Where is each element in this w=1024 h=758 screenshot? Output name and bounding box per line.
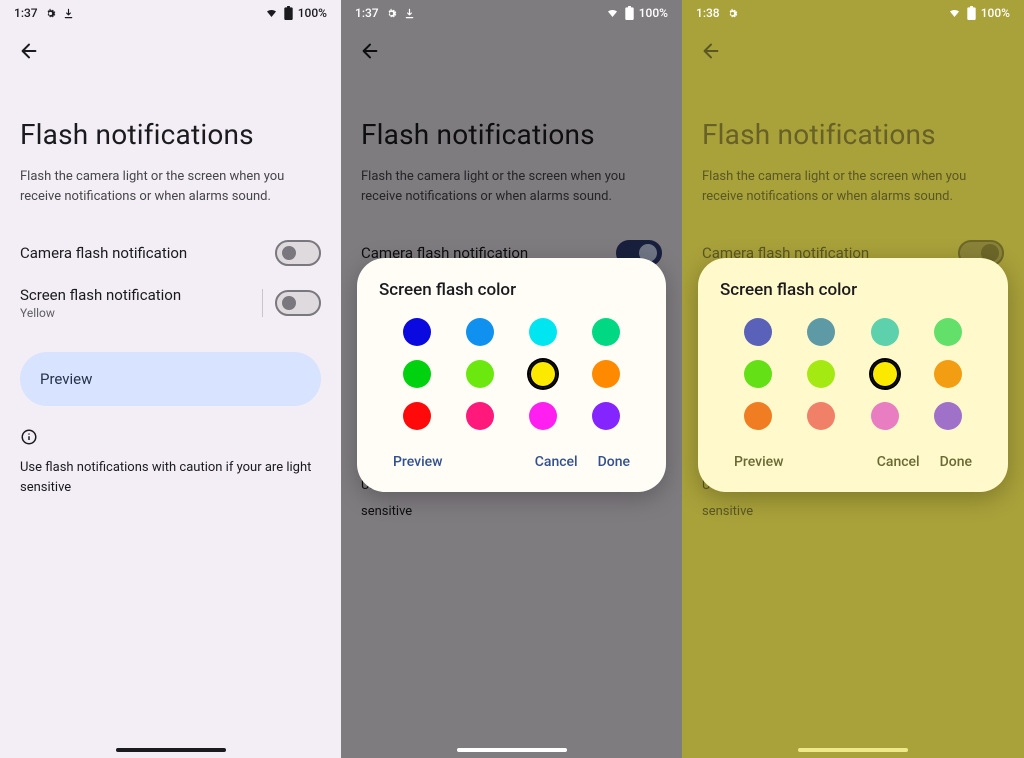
gear-icon xyxy=(385,7,398,20)
color-swatch[interactable] xyxy=(592,402,620,430)
color-swatch[interactable] xyxy=(592,318,620,346)
gear-icon xyxy=(726,7,739,20)
color-swatch[interactable] xyxy=(744,360,772,388)
color-picker-dialog: Screen flash color Preview Cancel Done xyxy=(357,258,666,492)
color-swatch[interactable] xyxy=(807,360,835,388)
download-icon xyxy=(63,7,74,20)
dialog-preview-button[interactable]: Preview xyxy=(724,448,794,476)
color-swatch[interactable] xyxy=(403,402,431,430)
color-swatch[interactable] xyxy=(871,318,899,346)
color-swatch[interactable] xyxy=(807,318,835,346)
preview-button[interactable]: Preview xyxy=(20,352,321,406)
download-icon xyxy=(404,7,415,20)
color-swatch[interactable] xyxy=(466,402,494,430)
screen-flash-row[interactable]: Screen flash notification Yellow xyxy=(0,276,341,330)
caution-text: sensitive xyxy=(682,502,1024,528)
dialog-cancel-button[interactable]: Cancel xyxy=(867,448,930,476)
page-title: Flash notifications xyxy=(0,62,341,163)
color-swatch[interactable] xyxy=(744,402,772,430)
caution-text: Use flash notifications with caution if … xyxy=(0,452,341,503)
color-swatch-grid xyxy=(375,314,648,442)
color-swatch[interactable] xyxy=(871,402,899,430)
status-bar: 1:38 100% xyxy=(682,0,1024,20)
dialog-preview-button[interactable]: Preview xyxy=(383,448,453,476)
color-swatch[interactable] xyxy=(403,318,431,346)
status-bar: 1:37 100% xyxy=(0,0,341,20)
gesture-bar xyxy=(116,748,226,752)
color-swatch-grid xyxy=(716,314,990,442)
color-swatch[interactable] xyxy=(466,360,494,388)
color-picker-dialog: Screen flash color Preview Cancel Done xyxy=(698,258,1008,492)
dialog-done-button[interactable]: Done xyxy=(930,448,982,476)
camera-flash-toggle[interactable] xyxy=(275,240,321,266)
color-swatch[interactable] xyxy=(529,360,557,388)
gesture-bar xyxy=(457,748,567,752)
dialog-title: Screen flash color xyxy=(375,280,648,300)
color-swatch[interactable] xyxy=(592,360,620,388)
battery-icon xyxy=(967,6,976,20)
dialog-cancel-button[interactable]: Cancel xyxy=(525,448,588,476)
wifi-icon xyxy=(605,7,620,19)
color-swatch[interactable] xyxy=(934,360,962,388)
screen-flash-toggle[interactable] xyxy=(275,290,321,316)
info-icon xyxy=(0,406,341,452)
color-swatch[interactable] xyxy=(403,360,431,388)
color-swatch[interactable] xyxy=(466,318,494,346)
dialog-title: Screen flash color xyxy=(716,280,990,300)
color-swatch[interactable] xyxy=(529,318,557,346)
color-swatch[interactable] xyxy=(807,402,835,430)
screen-flash-label: Screen flash notification xyxy=(20,286,181,304)
camera-flash-row[interactable]: Camera flash notification xyxy=(0,230,341,276)
status-time: 1:38 xyxy=(696,6,720,20)
screen-flash-sublabel: Yellow xyxy=(20,306,181,320)
page-title: Flash notifications xyxy=(682,62,1024,163)
color-swatch[interactable] xyxy=(744,318,772,346)
status-battery: 100% xyxy=(298,6,327,20)
wifi-icon xyxy=(264,7,279,19)
gear-icon xyxy=(44,7,57,20)
battery-icon xyxy=(625,6,634,20)
wifi-icon xyxy=(947,7,962,19)
status-battery: 100% xyxy=(981,6,1010,20)
page-subtitle: Flash the camera light or the screen whe… xyxy=(682,163,1024,230)
color-swatch[interactable] xyxy=(934,402,962,430)
camera-flash-label: Camera flash notification xyxy=(20,244,187,262)
color-swatch[interactable] xyxy=(529,402,557,430)
status-bar: 1:37 100% xyxy=(341,0,682,20)
page-subtitle: Flash the camera light or the screen whe… xyxy=(0,163,341,230)
back-arrow-icon xyxy=(700,40,722,62)
back-arrow-icon[interactable] xyxy=(18,40,40,62)
color-swatch[interactable] xyxy=(871,360,899,388)
row-divider xyxy=(262,289,263,317)
dialog-done-button[interactable]: Done xyxy=(588,448,640,476)
color-swatch[interactable] xyxy=(934,318,962,346)
battery-icon xyxy=(284,6,293,20)
status-time: 1:37 xyxy=(14,6,38,20)
gesture-bar xyxy=(798,748,908,752)
